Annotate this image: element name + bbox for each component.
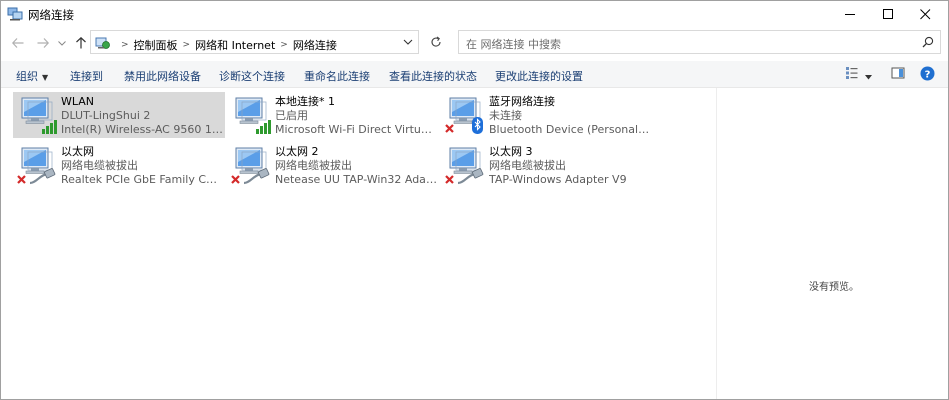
breadcrumb-separator[interactable]: > xyxy=(280,40,288,50)
search-placeholder: 在 网络连接 中搜索 xyxy=(466,38,561,51)
breadcrumb-separator[interactable]: > xyxy=(183,40,191,50)
search-icon[interactable] xyxy=(922,36,934,51)
connection-item[interactable]: 以太网 2 网络电缆被拔出 Netease UU TAP-Win32 Adapt..… xyxy=(227,142,439,188)
change-settings-button[interactable]: 更改此连接的设置 xyxy=(495,68,583,84)
network-adapter-icon xyxy=(230,145,274,187)
breadcrumb-network-internet[interactable]: 网络和 Internet xyxy=(195,37,275,53)
help-button[interactable]: ? xyxy=(920,66,935,84)
svg-text:?: ? xyxy=(925,69,931,80)
connection-item[interactable]: 以太网 网络电缆被拔出 Realtek PCIe GbE Family Contr.… xyxy=(13,142,225,188)
window-title: 网络连接 xyxy=(28,8,74,22)
connection-device: Netease UU TAP-Win32 Adapt... xyxy=(275,173,437,186)
connection-text: 以太网 网络电缆被拔出 Realtek PCIe GbE Family Contr.… xyxy=(61,145,223,187)
connection-item[interactable]: 以太网 3 网络电缆被拔出 TAP-Windows Adapter V9 xyxy=(441,142,653,188)
recent-locations-button[interactable] xyxy=(57,35,67,51)
error-x-icon xyxy=(231,175,240,184)
connections-list: WLAN DLUT-LingShui 2 Intel(R) Wireless-AC … xyxy=(1,88,715,399)
control-panel-icon xyxy=(95,36,111,53)
connection-device: Intel(R) Wireless-AC 9560 160... xyxy=(61,123,223,136)
connection-text: 蓝牙网络连接 未连接 Bluetooth Device (Personal Ar..… xyxy=(489,95,651,137)
connection-name: 以太网 3 xyxy=(489,145,533,158)
connection-status: 网络电缆被拔出 xyxy=(275,159,352,172)
refresh-button[interactable] xyxy=(424,30,448,54)
connection-status: 未连接 xyxy=(489,109,522,122)
network-connections-window: 网络连接 > 控制面板 > 网络和 Internet > 网络连接 在 网络连接… xyxy=(0,0,949,400)
organize-menu[interactable]: 组织 ▼ xyxy=(16,68,48,84)
address-bar[interactable]: > 控制面板 > 网络和 Internet > 网络连接 xyxy=(90,30,419,54)
organize-label: 组织 xyxy=(16,70,38,83)
back-button[interactable] xyxy=(10,35,26,51)
network-folder-icon xyxy=(7,7,23,24)
connection-status: DLUT-LingShui 2 xyxy=(61,109,151,122)
connection-status: 网络电缆被拔出 xyxy=(489,159,566,172)
connection-name: WLAN xyxy=(61,95,95,108)
breadcrumb-control-panel[interactable]: 控制面板 xyxy=(134,37,178,53)
title-bar[interactable]: 网络连接 xyxy=(1,1,948,27)
chevron-down-icon xyxy=(58,40,66,46)
diagnose-button[interactable]: 诊断这个连接 xyxy=(219,68,285,84)
connection-status: 网络电缆被拔出 xyxy=(61,159,138,172)
network-adapter-icon xyxy=(444,95,488,137)
connection-text: 以太网 3 网络电缆被拔出 TAP-Windows Adapter V9 xyxy=(489,145,651,187)
view-status-button[interactable]: 查看此连接的状态 xyxy=(389,68,477,84)
network-adapter-icon xyxy=(16,95,60,137)
connection-name: 本地连接* 1 xyxy=(275,95,335,108)
disable-device-button[interactable]: 禁用此网络设备 xyxy=(124,68,201,84)
close-button[interactable] xyxy=(902,1,948,27)
connection-name: 以太网 2 xyxy=(275,145,319,158)
breadcrumb-network-connections[interactable]: 网络连接 xyxy=(293,37,337,53)
caret-down-icon xyxy=(865,75,872,80)
connection-status: 已启用 xyxy=(275,109,308,122)
change-view-button[interactable] xyxy=(845,66,859,83)
error-x-icon xyxy=(445,175,454,184)
forward-button[interactable] xyxy=(35,35,51,51)
view-options-dropdown[interactable] xyxy=(865,70,872,83)
connection-device: Realtek PCIe GbE Family Contr... xyxy=(61,173,223,186)
caret-down-icon: ▼ xyxy=(42,73,49,82)
error-x-icon xyxy=(17,175,26,184)
connection-text: 本地连接* 1 已启用 Microsoft Wi-Fi Direct Virtual… xyxy=(275,95,437,137)
connection-text: WLAN DLUT-LingShui 2 Intel(R) Wireless-AC … xyxy=(61,95,223,137)
connect-to-button[interactable]: 连接到 xyxy=(70,68,103,84)
connection-item[interactable]: 蓝牙网络连接 未连接 Bluetooth Device (Personal Ar..… xyxy=(441,92,653,138)
network-adapter-icon xyxy=(444,145,488,187)
connection-device: Bluetooth Device (Personal Ar... xyxy=(489,123,651,136)
arrow-right-icon xyxy=(37,38,49,48)
no-preview-text: 没有预览。 xyxy=(809,282,859,293)
connection-item[interactable]: 本地连接* 1 已启用 Microsoft Wi-Fi Direct Virtual… xyxy=(227,92,439,138)
connection-name: 以太网 xyxy=(61,145,94,158)
network-adapter-icon xyxy=(16,145,60,187)
address-dropdown-button[interactable] xyxy=(403,37,413,50)
help-icon: ? xyxy=(920,66,935,81)
connection-item[interactable]: WLAN DLUT-LingShui 2 Intel(R) Wireless-AC … xyxy=(13,92,225,138)
preview-pane-icon xyxy=(891,67,905,79)
connection-device: Microsoft Wi-Fi Direct Virtual ... xyxy=(275,123,437,136)
rename-button[interactable]: 重命名此连接 xyxy=(304,68,370,84)
preview-pane: 没有预览。 xyxy=(716,88,948,399)
preview-pane-button[interactable] xyxy=(891,66,905,83)
chevron-down-icon xyxy=(403,39,413,45)
refresh-icon xyxy=(431,36,441,47)
arrow-up-icon xyxy=(76,37,86,49)
up-button[interactable] xyxy=(73,35,89,51)
view-details-icon xyxy=(846,67,858,79)
connection-text: 以太网 2 网络电缆被拔出 Netease UU TAP-Win32 Adapt..… xyxy=(275,145,437,187)
breadcrumb-separator: > xyxy=(121,39,129,50)
command-bar: 组织 ▼ 连接到 禁用此网络设备 诊断这个连接 重命名此连接 查看此连接的状态 更… xyxy=(1,61,948,88)
error-x-icon xyxy=(445,124,454,133)
bluetooth-icon xyxy=(472,117,483,134)
search-box[interactable]: 在 网络连接 中搜索 xyxy=(458,30,941,54)
network-adapter-icon xyxy=(230,95,274,137)
arrow-left-icon xyxy=(12,38,24,48)
connection-device: TAP-Windows Adapter V9 xyxy=(489,173,627,186)
connection-name: 蓝牙网络连接 xyxy=(489,95,555,108)
